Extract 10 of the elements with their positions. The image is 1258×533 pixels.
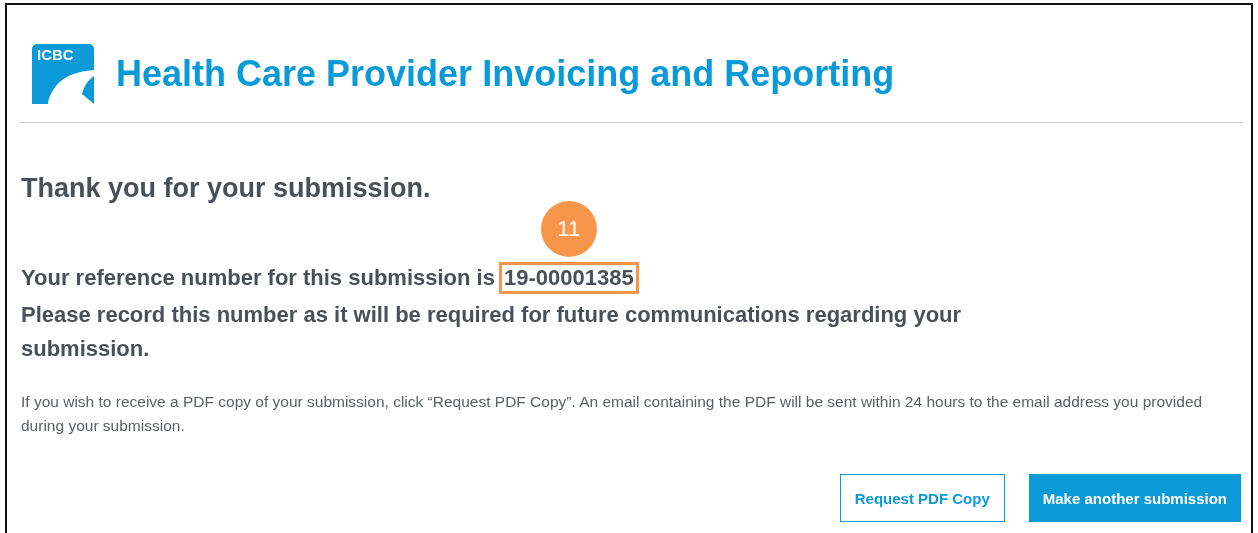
record-note: Please record this number as it will be required for future communications regarding your submission.	[21, 301, 963, 363]
road-curve-icon	[32, 64, 94, 104]
confirmation-heading: Thank you for your submission.	[21, 173, 432, 204]
reference-label: Your reference number for this submission is	[21, 265, 495, 291]
new-submission-button[interactable]: Make another submission	[1028, 474, 1241, 522]
pdf-info-text: If you wish to receive a PDF copy of your submission, click “Request PDF Copy”. An email containing the PDF will be sent within 24 hours to the email address you provided during your submission.	[21, 392, 1204, 436]
page-title: Health Care Provider Invoicing and Reporting	[116, 53, 895, 95]
logo: ICBC	[32, 44, 94, 104]
callout-badge: 11	[540, 201, 597, 257]
request-pdf-button[interactable]: Request PDF Copy	[839, 474, 1005, 522]
